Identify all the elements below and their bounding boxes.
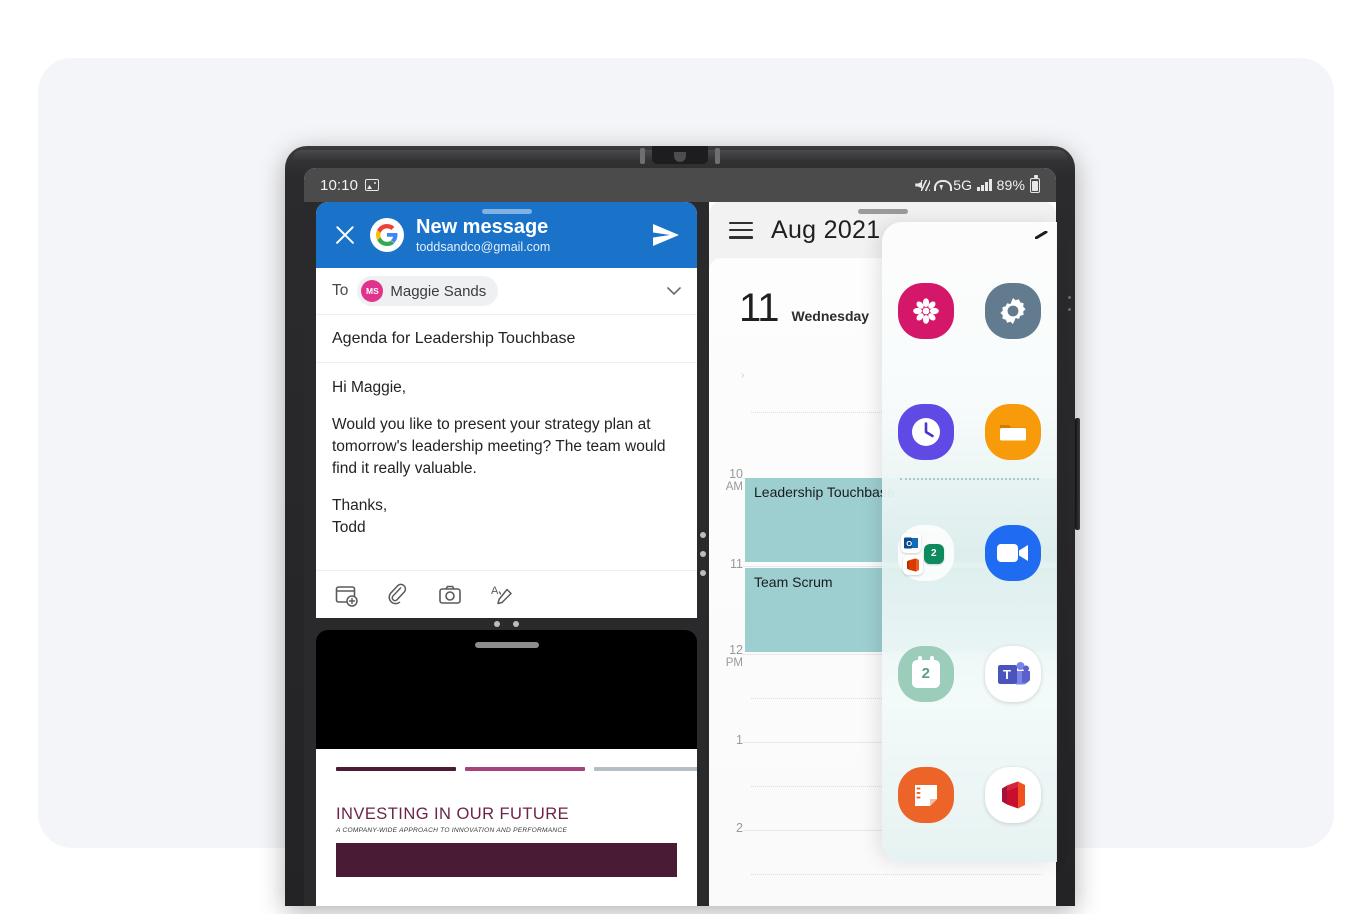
hinge-gap-right [715,148,720,164]
half-hour-line [751,874,1042,875]
compose-title: New message [416,215,549,238]
hinge-gap-left [640,148,645,164]
time-label-10am: 10 AM [725,467,743,494]
image-icon [365,179,380,191]
calendar-day-name: Wednesday [791,308,870,324]
signal-bars-icon [977,179,992,191]
vertical-pane-divider[interactable] [697,202,709,906]
wifi-icon [934,179,953,192]
document-preview-pane: INVESTING IN OUR FUTURE A COMPANY-WIDE A… [316,630,697,906]
camera-icon[interactable] [438,583,462,607]
hamburger-menu-icon[interactable] [729,221,753,239]
frame-dot [1068,308,1071,311]
outlook-icon: O [900,532,921,553]
app-icon-grid: O 2 2 T [882,250,1057,855]
divider-dot [700,532,706,538]
gmail-compose-pane: New message toddsandco@gmail.com To MS M… [316,202,697,618]
message-body[interactable]: Hi Maggie, Would you like to present you… [316,363,697,539]
calendar-month-label[interactable]: Aug 2021 [771,216,880,245]
drawer-handle-icon[interactable] [1035,231,1048,239]
app-icon-zoom[interactable] [970,492,1058,613]
send-icon[interactable] [651,222,681,248]
body-signature: Thanks, Todd [332,495,681,539]
close-icon[interactable] [332,222,358,248]
body-signoff: Thanks, [332,497,388,514]
office-mini-icon [902,554,923,575]
frame-dot [1068,296,1071,299]
google-icon [370,218,404,252]
app-icon-clock[interactable] [882,371,970,492]
app-icon-settings[interactable] [970,250,1058,371]
network-label: 5G [953,177,973,193]
attach-file-icon[interactable] [386,583,410,607]
svg-text:O: O [906,539,912,548]
document-accent-bars [336,767,697,771]
calendar-badge-number: 2 [911,655,940,688]
body-main: Would you like to present your strategy … [332,416,666,477]
status-time: 10:10 [320,176,359,194]
avatar: MS [361,280,384,302]
divider-dot [513,621,519,627]
subject-text: Agenda for Leadership Touchbase [332,329,576,347]
battery-icon [1030,175,1040,193]
insert-event-icon[interactable] [334,583,358,607]
accent-bar-3 [594,767,697,771]
pane-handle[interactable] [474,642,539,648]
app-icon-teams[interactable]: T [970,613,1058,734]
to-label: To [332,282,349,299]
app-icon-my-files[interactable] [970,371,1058,492]
app-icon-gallery[interactable] [882,250,970,371]
document-title: INVESTING IN OUR FUTURE [336,805,570,823]
divider-dot [494,621,500,627]
account-email: toddsandco@gmail.com [416,240,551,255]
time-label-1: 1 [736,733,743,747]
all-day-marker: › [739,370,745,381]
accent-bar-1 [336,767,456,771]
svg-text:A: A [491,585,499,597]
calendar-day-number: 11 [739,286,780,330]
compose-header: New message toddsandco@gmail.com [316,202,697,268]
side-power-button[interactable] [1075,418,1080,530]
body-greeting: Hi Maggie, [332,379,407,396]
compose-toolbar: A [316,570,697,618]
subject-field[interactable]: Agenda for Leadership Touchbase [316,315,697,363]
app-icon-calendar[interactable]: 2 [882,613,970,734]
document-color-block [336,843,677,877]
pane-handle[interactable] [481,209,532,214]
horizontal-pane-divider[interactable] [316,618,697,630]
divider-dot [700,551,706,557]
battery-percent: 89% [996,177,1025,193]
document-page[interactable]: INVESTING IN OUR FUTURE A COMPANY-WIDE A… [316,749,697,906]
handwriting-icon[interactable]: A [490,583,514,607]
time-label-12pm: 12 PM [725,643,743,670]
app-icon-samsung-notes[interactable] [882,734,970,855]
accent-bar-2 [465,767,585,771]
document-subtitle: A COMPANY-WIDE APPROACH TO INNOVATION AN… [336,827,568,834]
mute-icon [915,179,931,192]
app-edge-panel: O 2 2 T [882,222,1057,862]
app-icon-office[interactable] [970,734,1058,855]
time-label-2: 2 [736,821,743,835]
chevron-down-icon[interactable] [667,284,681,298]
hinge-notch [652,146,708,164]
recipient-chip[interactable]: MS Maggie Sands [357,276,499,306]
pane-handle[interactable] [857,209,908,214]
status-bar: 10:10 5G 89% [304,168,1056,202]
svg-text:T: T [1003,667,1011,682]
calendar-mini-icon: 2 [923,543,944,564]
recipient-row[interactable]: To MS Maggie Sands [316,268,697,315]
left-app-column: New message toddsandco@gmail.com To MS M… [304,202,697,906]
time-label-11: 11 [730,557,743,571]
recipient-name: Maggie Sands [390,282,487,300]
body-name: Todd [332,519,366,536]
divider-dot [700,570,706,576]
app-icon-office-folder[interactable]: O 2 [882,492,970,613]
